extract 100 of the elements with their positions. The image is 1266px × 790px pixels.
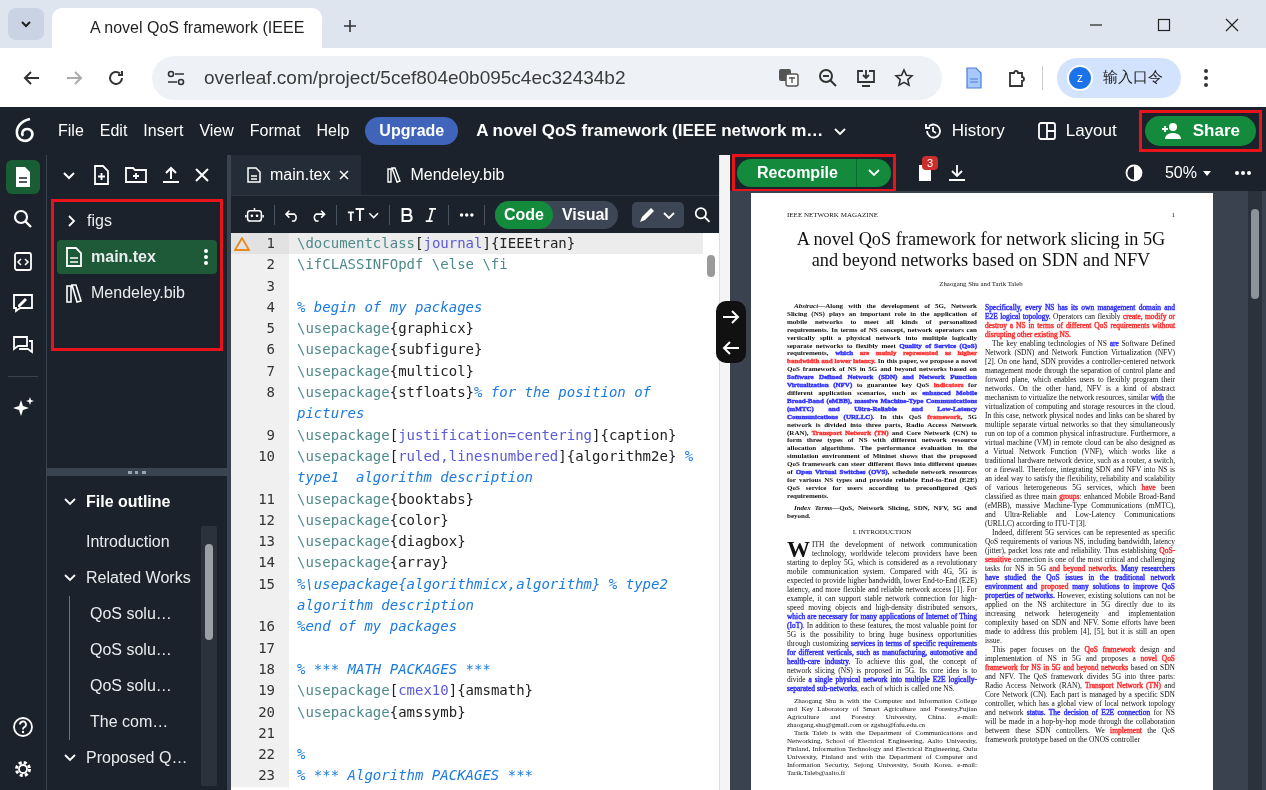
arrow-left-icon[interactable]	[722, 340, 740, 355]
outline-item[interactable]: Proposed Q…	[86, 749, 188, 767]
code-line: \usepackage{subfigure}	[296, 340, 484, 360]
star-icon[interactable]	[894, 67, 914, 88]
file-tree-item[interactable]: Mendeley.bib	[57, 276, 217, 310]
close-icon[interactable]	[195, 168, 209, 182]
file-icon	[13, 166, 33, 188]
download-icon[interactable]	[947, 164, 966, 182]
profile-avatar: z	[1067, 64, 1093, 91]
resize-handle[interactable]	[128, 470, 146, 474]
files-rail-button[interactable]	[6, 160, 40, 194]
outline-item[interactable]: Introduction	[86, 533, 170, 551]
file-tree-item[interactable]: main.tex	[57, 240, 217, 274]
more-icon[interactable]	[203, 248, 209, 266]
layout-button[interactable]: Layout	[1020, 121, 1133, 141]
install-icon[interactable]	[856, 67, 876, 88]
line-number: 6	[266, 340, 275, 360]
outline-item[interactable]: Related Works	[86, 569, 191, 587]
more-icon[interactable]	[458, 211, 475, 218]
help-icon[interactable]	[12, 716, 34, 738]
outline-item[interactable]: QoS solu…	[90, 641, 172, 659]
tab-label: Mendeley.bib	[410, 166, 505, 184]
document-icon[interactable]	[964, 66, 984, 89]
tab-search-button[interactable]	[8, 8, 44, 40]
menu-item[interactable]: File	[50, 114, 92, 148]
line-number: 5	[266, 319, 275, 339]
maximize-icon[interactable]	[1157, 18, 1171, 32]
zoom-icon[interactable]	[818, 67, 838, 88]
line-number: 14	[258, 553, 275, 573]
project-title-button[interactable]: A novel QoS framework (IEEE network m…	[470, 120, 854, 142]
upgrade-button[interactable]: Upgrade	[365, 117, 459, 145]
code-line: \ifCLASSINFOpdf \else \fi	[296, 255, 509, 275]
translate-icon[interactable]	[778, 67, 800, 88]
recompile-options-button[interactable]	[855, 159, 891, 187]
editor-tab[interactable]: main.tex	[231, 155, 362, 195]
line-number: 8	[266, 383, 275, 403]
line-number: 21	[258, 723, 275, 743]
outline-item[interactable]: QoS solu…	[90, 605, 172, 623]
line-number: 18	[258, 659, 275, 679]
outline-title: File outline	[86, 493, 171, 511]
settings-icon[interactable]	[12, 758, 34, 780]
code-line: %\usepackage{algorithmicx,algorithm} % type2 algorithm description	[296, 574, 669, 616]
site-info-icon[interactable]	[166, 69, 186, 86]
mode-toggle[interactable]: Code	[494, 200, 553, 229]
line-number: 22	[258, 745, 275, 765]
more-icon[interactable]	[1234, 170, 1252, 176]
outline-item[interactable]: The com…	[90, 713, 169, 731]
menu-item[interactable]: Insert	[135, 114, 192, 148]
contrast-icon[interactable]	[1124, 164, 1143, 182]
profile-button[interactable]: z 输入口令	[1057, 57, 1181, 98]
line-number: 9	[266, 425, 275, 445]
line-number: 3	[266, 276, 275, 296]
bold-icon[interactable]	[400, 205, 414, 224]
line-number: 10	[258, 446, 275, 466]
recompile-button[interactable]: Recompile	[737, 159, 856, 187]
address-bar[interactable]: overleaf.com/project/5cef804e0b095c4ec32434b2	[152, 55, 942, 100]
menu-item[interactable]: Help	[308, 114, 358, 148]
close-window-icon[interactable]	[1225, 18, 1239, 32]
menu-item[interactable]: View	[191, 114, 242, 148]
text-size-icon[interactable]	[346, 205, 380, 224]
new-file-icon[interactable]	[92, 165, 110, 185]
book-icon	[387, 167, 402, 183]
book-icon	[65, 283, 83, 303]
code-line: \usepackage{color}	[296, 510, 450, 530]
search-icon	[13, 209, 33, 229]
edit-mode-button[interactable]	[631, 201, 684, 228]
share-button[interactable]: Share	[1144, 116, 1256, 146]
scrollbar[interactable]	[1248, 191, 1262, 790]
editor-tab[interactable]: Mendeley.bib	[361, 155, 517, 195]
file-tree-item[interactable]: figs	[57, 204, 217, 238]
outline-item[interactable]: QoS solu…	[90, 677, 172, 695]
line-number: 13	[258, 532, 275, 552]
search-icon[interactable]	[693, 204, 711, 225]
mode-toggle[interactable]: Visual	[552, 200, 618, 229]
new-tab-icon[interactable]	[342, 18, 358, 34]
menu-item[interactable]: Format	[241, 114, 309, 148]
scrollbar[interactable]	[201, 526, 217, 786]
upload-icon[interactable]	[162, 166, 180, 184]
line-number: 15	[258, 574, 275, 594]
new-folder-icon[interactable]	[125, 166, 147, 184]
pencil-icon	[637, 205, 678, 224]
tab-label: main.tex	[270, 166, 331, 184]
zoom-select[interactable]: 50%	[1158, 163, 1218, 183]
browser-menu-icon[interactable]	[1203, 67, 1209, 88]
history-button[interactable]: History	[906, 121, 1021, 141]
code-line: % *** MATH PACKAGES ***	[296, 659, 492, 679]
history-icon	[922, 121, 943, 141]
arrow-right-icon[interactable]	[722, 309, 740, 324]
menu-item[interactable]: Edit	[91, 114, 136, 148]
line-number: 1	[266, 234, 275, 253]
code-line: \usepackage[justification=centering]{caption}	[296, 425, 678, 445]
layout-icon	[1036, 121, 1057, 141]
pen-screen-icon	[12, 293, 34, 313]
code-line: % *** Algorithm PACKAGES ***	[296, 766, 534, 786]
close-icon[interactable]	[339, 170, 350, 180]
file-name: figs	[87, 212, 113, 230]
browser-tab[interactable]: A novel QoS framework (IEEE	[52, 8, 322, 48]
tab-title: A novel QoS framework (IEEE	[90, 19, 305, 37]
italic-icon[interactable]	[423, 205, 438, 224]
pane-toggle[interactable]	[716, 301, 746, 363]
